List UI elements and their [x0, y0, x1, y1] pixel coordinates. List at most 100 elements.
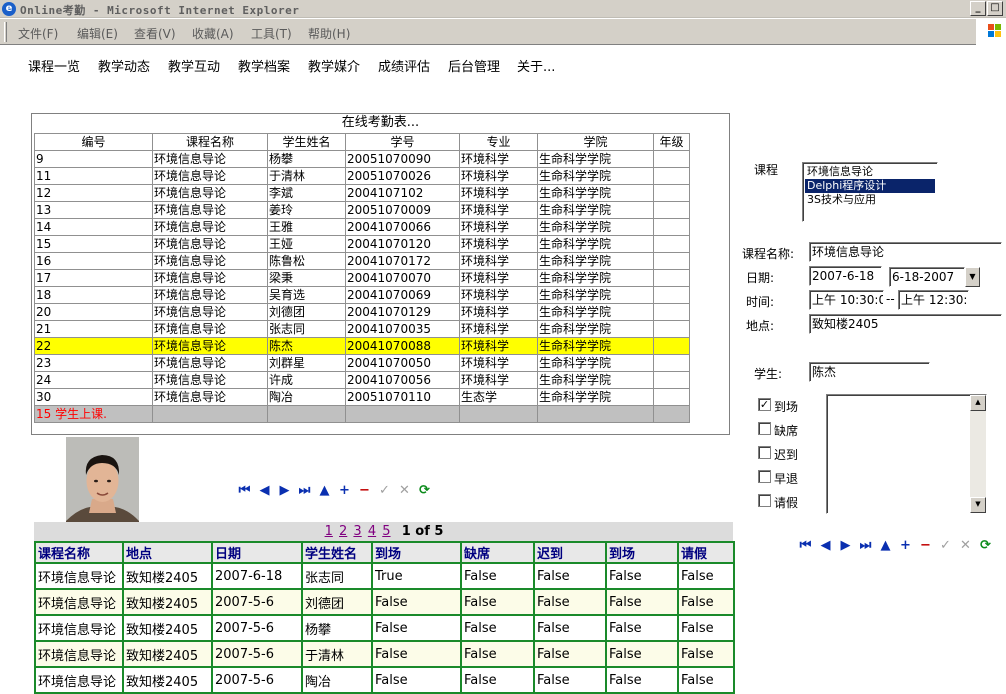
attendance-cell[interactable] — [653, 354, 690, 372]
attendance-cell[interactable]: 12 — [34, 184, 153, 202]
nav-media[interactable]: 教学媒介 — [308, 56, 360, 75]
attendance-cell[interactable]: 环境信息导论 — [152, 167, 268, 185]
attendance-cell[interactable]: 20041070056 — [345, 371, 460, 389]
attendance-cell[interactable]: 环境信息导论 — [152, 218, 268, 236]
attendance-cell[interactable]: 24 — [34, 371, 153, 389]
attendance-cell[interactable]: 环境科学 — [459, 371, 538, 389]
attendance-cell[interactable] — [653, 269, 690, 287]
attendance-cell[interactable]: 17 — [34, 269, 153, 287]
attendance-cell[interactable]: 生命科学学院 — [537, 201, 654, 219]
next-record-icon[interactable]: ▶ — [836, 538, 855, 557]
attendance-cell[interactable]: 生命科学学院 — [537, 320, 654, 338]
attendance-cell[interactable] — [653, 286, 690, 304]
scroll-up-icon[interactable]: ▲ — [970, 395, 986, 411]
attendance-cell[interactable]: 20041070120 — [345, 235, 460, 253]
last-record-icon[interactable]: ⏭ — [295, 483, 314, 502]
attendance-cell[interactable]: 环境科学 — [459, 201, 538, 219]
attendance-cell[interactable]: 生命科学学院 — [537, 371, 654, 389]
attendance-cell[interactable]: 陈杰 — [267, 337, 346, 355]
attendance-cell[interactable]: 环境科学 — [459, 218, 538, 236]
delete-record-icon[interactable]: − — [916, 538, 935, 557]
attendance-row[interactable]: 13 环境信息导论 姜玲 20051070009 环境科学 生命科学学院 — [34, 201, 690, 219]
nav-courses[interactable]: 课程一览 — [28, 56, 80, 75]
attendance-cell[interactable]: 环境信息导论 — [152, 303, 268, 321]
insert-record-icon[interactable]: ▲ — [315, 483, 334, 502]
attendance-cell[interactable]: 生命科学学院 — [537, 286, 654, 304]
memo-scrollbar[interactable]: ▲ ▼ — [970, 395, 986, 513]
grid-col-date[interactable]: 日期 — [211, 541, 303, 564]
attendance-cell[interactable]: 吴育选 — [267, 286, 346, 304]
attendance-cell[interactable]: 20041070050 — [345, 354, 460, 372]
attendance-cell[interactable]: 环境信息导论 — [152, 337, 268, 355]
attendance-cell[interactable]: 环境科学 — [459, 167, 538, 185]
attendance-cell[interactable]: 生命科学学院 — [537, 252, 654, 270]
grid-row[interactable]: 环境信息导论 致知楼2405 2007-5-6 杨攀 False False False Fa… — [34, 614, 735, 642]
attendance-row[interactable]: 14 环境信息导论 王雅 20041070066 环境科学 生命科学学院 — [34, 218, 690, 236]
grid-row[interactable]: 环境信息导论 致知楼2405 2007-5-6 陶冶 False False False Fa… — [34, 666, 735, 694]
grid-row[interactable]: 环境信息导论 致知楼2405 2007-6-18 张志同 True False False F… — [34, 562, 735, 590]
col-header-college[interactable]: 学院 — [537, 133, 654, 151]
attendance-cell[interactable] — [653, 184, 690, 202]
attendance-row[interactable]: 22 环境信息导论 陈杰 20041070088 环境科学 生命科学学院 — [34, 337, 690, 355]
attendance-cell[interactable]: 生命科学学院 — [537, 218, 654, 236]
late-checkbox[interactable] — [758, 446, 771, 459]
cancel-edit-icon[interactable]: ✕ — [956, 538, 975, 557]
cancel-edit-icon[interactable]: ✕ — [395, 483, 414, 502]
attendance-cell[interactable]: 环境信息导论 — [152, 252, 268, 270]
attendance-cell[interactable]: 20041070066 — [345, 218, 460, 236]
nav-admin[interactable]: 后台管理 — [448, 56, 500, 75]
attendance-row[interactable]: 24 环境信息导论 许成 20041070056 环境科学 生命科学学院 — [34, 371, 690, 389]
early-leave-checkbox[interactable] — [758, 470, 771, 483]
first-record-icon[interactable]: ⏮ — [796, 538, 815, 557]
attendance-cell[interactable]: 环境信息导论 — [152, 235, 268, 253]
grid-col-late[interactable]: 迟到 — [533, 541, 607, 564]
attendance-cell[interactable]: 23 — [34, 354, 153, 372]
attendance-cell[interactable]: 陶冶 — [267, 388, 346, 406]
attendance-row[interactable]: 12 环境信息导论 李斌 2004107102 环境科学 生命科学学院 — [34, 184, 690, 202]
leave-checkbox[interactable] — [758, 494, 771, 507]
attendance-cell[interactable]: 20051070090 — [345, 150, 460, 168]
attendance-cell[interactable]: 环境科学 — [459, 252, 538, 270]
grid-col-leave[interactable]: 请假 — [677, 541, 735, 564]
page-link-5[interactable]: 5 — [382, 524, 390, 539]
absent-checkbox[interactable] — [758, 422, 771, 435]
attendance-cell[interactable]: 13 — [34, 201, 153, 219]
col-header-student-no[interactable]: 学号 — [345, 133, 460, 151]
attendance-row[interactable]: 17 环境信息导论 梁秉 20041070070 环境科学 生命科学学院 — [34, 269, 690, 287]
attendance-cell[interactable]: 环境信息导论 — [152, 371, 268, 389]
col-header-course[interactable]: 课程名称 — [152, 133, 268, 151]
attendance-cell[interactable]: 环境信息导论 — [152, 201, 268, 219]
place-field[interactable]: 致知楼2405 — [809, 314, 1002, 334]
attendance-cell[interactable]: 环境信息导论 — [152, 354, 268, 372]
course-name-field[interactable]: 环境信息导论 — [809, 242, 1002, 262]
grid-row[interactable]: 环境信息导论 致知楼2405 2007-5-6 刘德团 False False False F… — [34, 588, 735, 616]
post-record-icon[interactable]: ✓ — [375, 483, 394, 502]
delete-record-icon[interactable]: − — [355, 483, 374, 502]
attendance-cell[interactable]: 杨攀 — [267, 150, 346, 168]
grid-col-course[interactable]: 课程名称 — [34, 541, 124, 564]
scroll-down-icon[interactable]: ▼ — [970, 497, 986, 513]
date-dropdown-icon[interactable]: ▼ — [965, 267, 980, 287]
nav-interaction[interactable]: 教学互动 — [168, 56, 220, 75]
attendance-cell[interactable]: 9 — [34, 150, 153, 168]
first-record-icon[interactable]: ⏮ — [235, 483, 254, 502]
menu-view[interactable]: 查看(V) — [134, 25, 176, 42]
attendance-cell[interactable]: 姜玲 — [267, 201, 346, 219]
add-record-icon[interactable]: + — [335, 483, 354, 502]
attendance-cell[interactable]: 22 — [34, 337, 153, 355]
present-checkbox[interactable]: ✓ — [758, 398, 771, 411]
attendance-cell[interactable]: 环境科学 — [459, 320, 538, 338]
attendance-cell[interactable]: 陈鲁松 — [267, 252, 346, 270]
attendance-cell[interactable] — [653, 320, 690, 338]
attendance-cell[interactable]: 刘群星 — [267, 354, 346, 372]
menu-favorites[interactable]: 收藏(A) — [192, 25, 234, 42]
attendance-cell[interactable]: 20051070009 — [345, 201, 460, 219]
page-link-2[interactable]: 2 — [339, 524, 347, 539]
attendance-cell[interactable] — [653, 201, 690, 219]
attendance-cell[interactable]: 生命科学学院 — [537, 269, 654, 287]
attendance-cell[interactable]: 20041070129 — [345, 303, 460, 321]
course-listbox[interactable]: 环境信息导论 Delphi程序设计 3S技术与应用 — [802, 162, 938, 222]
attendance-cell[interactable]: 生命科学学院 — [537, 150, 654, 168]
nav-grades[interactable]: 成绩评估 — [378, 56, 430, 75]
attendance-cell[interactable] — [653, 303, 690, 321]
